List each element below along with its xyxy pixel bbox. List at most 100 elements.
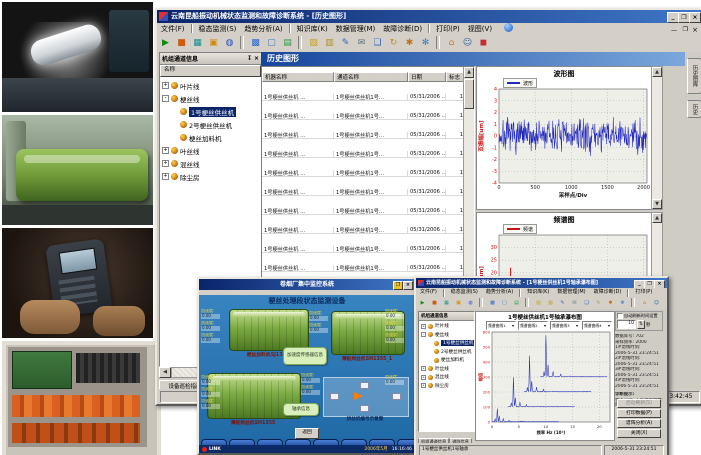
spectrum-curve-combo[interactable]: 频谱曲线4▾ <box>582 321 612 330</box>
table-row[interactable]: 1号梗丝供丝机 …1号梗丝供丝机1号…05/31/2006 …1 <box>262 105 474 124</box>
mail-icon[interactable]: ✉ <box>569 298 580 309</box>
expand-icon[interactable]: + <box>421 324 426 329</box>
tree-item[interactable]: 梗丝加料机 <box>419 356 474 365</box>
tree-item[interactable]: 2号梗丝供丝机 <box>160 118 261 131</box>
table-column-header[interactable]: 日期 <box>408 72 446 82</box>
capture-icon[interactable]: ▤ <box>511 298 522 309</box>
table-column-header[interactable]: 标志 <box>446 72 464 82</box>
menu-item[interactable]: 数据管理(M) <box>332 23 380 35</box>
refresh-value-input[interactable]: 10 <box>617 320 636 329</box>
table-column-header[interactable]: 机器名称 <box>262 72 334 82</box>
stop-icon[interactable]: ■ <box>174 36 189 51</box>
open-icon[interactable]: ▧ <box>306 36 321 51</box>
expand-icon[interactable]: + <box>421 383 426 388</box>
tree-item[interactable]: 梗丝加料机 <box>160 131 261 144</box>
image-icon[interactable]: ▩ <box>487 298 498 309</box>
scada-close-button[interactable]: × <box>403 281 413 290</box>
report-icon[interactable]: ❏ <box>370 36 385 51</box>
tree-item[interactable]: +叶片线 <box>160 79 261 92</box>
save-icon[interactable]: ▥ <box>545 298 556 309</box>
database-icon[interactable]: ◍ <box>222 36 237 51</box>
menu-item[interactable]: 打印(P) <box>432 23 464 35</box>
spectrum-curve-combo[interactable]: 频谱曲线2▾ <box>518 321 548 330</box>
image-icon[interactable]: ▩ <box>248 36 263 51</box>
close-panel-icon[interactable]: × <box>254 55 259 62</box>
table-row[interactable]: 1号梗丝供丝机 …1号梗丝供丝机1号…05/31/2006 …1 <box>262 86 474 105</box>
exit-icon[interactable]: ◼ <box>476 36 491 51</box>
edit-icon[interactable]: ✎ <box>338 36 353 51</box>
expand-icon[interactable]: + <box>162 82 169 89</box>
action-button[interactable]: 谱阵分析(A) <box>617 419 661 428</box>
table-row[interactable]: 1号梗丝供丝机 …1号梗丝供丝机1号…05/31/2006 …1 <box>262 257 474 276</box>
spectrum-curve-combo[interactable]: 频谱曲线3▾ <box>550 321 580 330</box>
table-row[interactable]: 1号梗丝供丝机 …1号梗丝供丝机1号…05/31/2006 …1 <box>262 143 474 162</box>
action-button[interactable]: 打印数据(P) <box>617 409 661 418</box>
home-icon[interactable]: ⌂ <box>444 36 459 51</box>
tree-item[interactable]: 2号梗丝供丝机 <box>419 348 474 357</box>
menu-item[interactable]: 故障诊断(D) <box>379 23 426 35</box>
table-header-row[interactable]: 机器名称通道名称日期标志 <box>262 67 474 86</box>
menu-item[interactable]: 文件(F) <box>157 23 189 35</box>
tree-item[interactable]: 1号梗丝供丝机 <box>160 105 261 118</box>
expand-icon[interactable]: + <box>162 173 169 180</box>
menu-item[interactable]: 稳态监测(S) <box>447 288 482 297</box>
snapshot-icon[interactable]: ▣ <box>206 36 221 51</box>
menu-item[interactable]: 知识库(K) <box>293 23 332 35</box>
table-row[interactable]: 1号梗丝供丝机 …1号梗丝供丝机1号…05/31/2006 …1 <box>262 219 474 238</box>
help-icon[interactable] <box>504 23 513 32</box>
tree-column-header[interactable]: 名称 <box>160 65 261 77</box>
tree-item[interactable]: +除尘房 <box>419 382 474 391</box>
record-icon[interactable]: ▦ <box>441 298 452 309</box>
refresh-icon[interactable]: ↻ <box>593 298 604 309</box>
table-row[interactable]: 1号梗丝供丝机 …1号梗丝供丝机1号…05/31/2006 …1 <box>262 162 474 181</box>
table-scroll-thumb[interactable] <box>464 79 474 109</box>
mail-icon[interactable]: ✉ <box>354 36 369 51</box>
waveform-vscrollbar[interactable]: ▲ ▼ <box>651 66 663 210</box>
menu-item[interactable]: 趋势分析(A) <box>482 288 517 297</box>
settings-icon[interactable]: ✱ <box>402 36 417 51</box>
tree-item[interactable]: +叶丝线 <box>419 365 474 374</box>
stop-icon[interactable]: ■ <box>429 298 440 309</box>
scada-machine-feeder[interactable] <box>229 309 309 351</box>
expand-icon[interactable]: + <box>421 366 426 371</box>
refresh-checkbox[interactable] <box>617 313 623 319</box>
table-row[interactable]: 1号梗丝供丝机 …1号梗丝供丝机1号…05/31/2006 …1 <box>262 181 474 200</box>
report-icon[interactable]: ❏ <box>581 298 592 309</box>
open-icon[interactable]: ▧ <box>533 298 544 309</box>
scada-title-bar[interactable]: 卷烟厂集中监控系统 ❐ × <box>199 279 415 290</box>
tree-item[interactable]: +叶片线 <box>419 322 474 331</box>
analyze-icon[interactable]: ✻ <box>617 298 628 309</box>
tree-item[interactable]: 1号梗丝供丝机 <box>419 339 474 348</box>
frame-icon[interactable]: ▢ <box>499 298 510 309</box>
start-icon[interactable]: ▶ <box>158 36 173 51</box>
database-icon[interactable]: ◍ <box>465 298 476 309</box>
tree-item[interactable]: -梗丝线 <box>419 331 474 340</box>
expand-icon[interactable]: + <box>421 375 426 380</box>
user-icon[interactable]: ☺ <box>651 298 662 309</box>
scada-restore-button[interactable]: ❐ <box>393 281 403 290</box>
start-icon[interactable]: ▶ <box>417 298 428 309</box>
scada-machine-dryer-1[interactable] <box>331 311 405 355</box>
menu-item[interactable]: 文件(F) <box>416 288 441 297</box>
user-icon[interactable]: ☺ <box>460 36 475 51</box>
capture-icon[interactable]: ▤ <box>280 36 295 51</box>
frame-icon[interactable]: ▢ <box>264 36 279 51</box>
tree-item[interactable]: +混丝线 <box>160 157 261 170</box>
menu-item[interactable]: 稳态监测(S) <box>195 23 241 35</box>
refresh-spinner[interactable]: ⇅ <box>637 320 645 329</box>
menu-item[interactable]: 打印(P) <box>631 288 656 297</box>
tree-item[interactable]: -梗丝线 <box>160 92 261 105</box>
table-row[interactable]: 1号梗丝供丝机 …1号梗丝供丝机1号…05/31/2006 …1 <box>262 200 474 219</box>
menu-item[interactable]: 数据管理(M) <box>553 288 589 297</box>
action-button[interactable]: 关闭(X) <box>617 429 661 438</box>
table-column-header[interactable]: 通道名称 <box>334 72 408 82</box>
table-row[interactable]: 1号梗丝供丝机 …1号梗丝供丝机1号…05/31/2006 …1 <box>262 238 474 257</box>
expand-icon[interactable]: + <box>162 160 169 167</box>
spectrum-curve-combo[interactable]: 频谱曲线1▾ <box>486 321 516 330</box>
scada-back-button[interactable]: 返回 <box>295 428 319 439</box>
refresh-icon[interactable]: ↻ <box>386 36 401 51</box>
tree-item[interactable]: +除尘房 <box>160 170 261 183</box>
edit-icon[interactable]: ✎ <box>557 298 568 309</box>
menu-item[interactable]: 视图(V) <box>464 23 496 35</box>
collapse-icon[interactable]: - <box>162 95 169 102</box>
